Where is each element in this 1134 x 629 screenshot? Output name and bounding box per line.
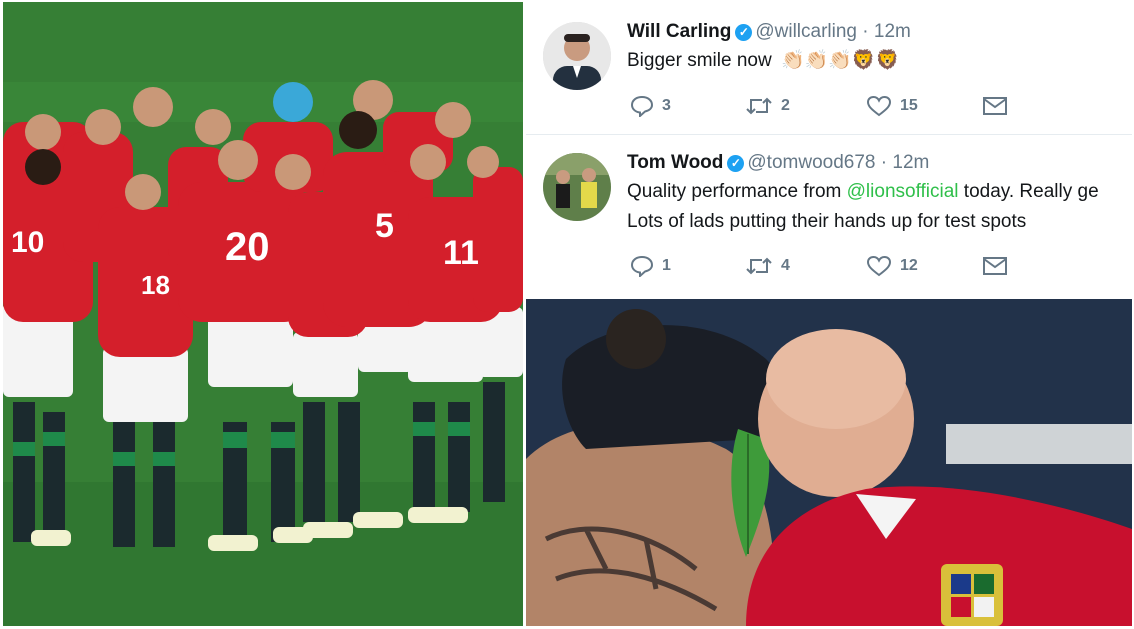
hongi-illustration	[526, 299, 1132, 626]
display-name[interactable]: Tom Wood	[627, 152, 723, 173]
tweet-text-line-2: Lots of lads putting their hands up for …	[627, 211, 1027, 232]
svg-text:5: 5	[375, 207, 394, 245]
message-button[interactable]	[982, 255, 1008, 277]
svg-text:18: 18	[141, 270, 170, 300]
like-button[interactable]: 15	[866, 95, 918, 117]
heart-icon	[866, 255, 892, 277]
reply-icon	[630, 255, 654, 279]
separator: ·	[880, 152, 888, 173]
retweet-button[interactable]: 4	[745, 255, 790, 277]
retweet-icon	[746, 257, 772, 275]
timestamp[interactable]: 12m	[892, 152, 929, 173]
mention-link[interactable]: @lionsofficial	[847, 181, 959, 202]
verified-badge-icon: ✓	[735, 24, 753, 41]
tweet-text-main: Bigger smile now	[627, 50, 772, 71]
reply-count: 3	[662, 97, 671, 114]
hongi-greeting-photo	[526, 299, 1132, 626]
heart-icon	[866, 95, 892, 117]
user-handle[interactable]: @willcarling	[755, 21, 857, 42]
tweet-header: Will Carling ✓ @willcarling · 12m	[627, 21, 911, 43]
tweet-text-before: Quality performance from	[627, 181, 847, 202]
reply-icon	[630, 95, 654, 119]
avatar-image	[543, 22, 611, 90]
tweet-text-after: today. Really ge	[958, 181, 1099, 202]
tweet-text: Bigger smile now 👏🏻👏🏻👏🏻🦁🦁	[627, 46, 1127, 76]
like-count: 12	[900, 257, 918, 274]
team-huddle-photo: 10 20 5 11 18	[3, 2, 523, 626]
avatar-image	[543, 153, 611, 221]
verified-badge-icon: ✓	[727, 155, 745, 172]
timestamp[interactable]: 12m	[874, 21, 911, 42]
reply-count: 1	[662, 257, 671, 274]
avatar[interactable]	[543, 22, 611, 90]
tweet-will-carling[interactable]: Will Carling ✓ @willcarling · 12m Bigger s…	[526, 2, 1132, 132]
separator: ·	[862, 21, 869, 42]
svg-text:20: 20	[225, 225, 270, 269]
team-huddle-illustration: 10 20 5 11 18	[3, 2, 523, 626]
tweet-text: Quality performance from @lionsofficial …	[627, 177, 1127, 237]
envelope-icon	[983, 97, 1007, 115]
tweet-text-line-1: Quality performance from @lionsofficial …	[627, 177, 1127, 207]
envelope-icon	[983, 257, 1007, 275]
svg-text:11: 11	[443, 234, 479, 272]
display-name[interactable]: Will Carling	[627, 21, 731, 42]
message-button[interactable]	[982, 95, 1008, 117]
emoji-clap-lion: 👏🏻👏🏻👏🏻🦁🦁	[780, 50, 900, 71]
retweet-icon	[746, 97, 772, 115]
retweet-button[interactable]: 2	[745, 95, 790, 117]
reply-button[interactable]: 1	[630, 255, 671, 279]
reply-button[interactable]: 3	[630, 95, 671, 119]
retweet-count: 2	[781, 97, 790, 114]
tweet-tom-wood[interactable]: Tom Wood ✓ @tomwood678 · 12m Quality perfo…	[526, 134, 1132, 295]
svg-text:10: 10	[11, 226, 44, 259]
user-handle[interactable]: @tomwood678	[747, 152, 875, 173]
retweet-count: 4	[781, 257, 790, 274]
like-count: 15	[900, 97, 918, 114]
avatar[interactable]	[543, 153, 611, 221]
tweet-header: Tom Wood ✓ @tomwood678 · 12m	[627, 152, 929, 174]
like-button[interactable]: 12	[866, 255, 918, 277]
